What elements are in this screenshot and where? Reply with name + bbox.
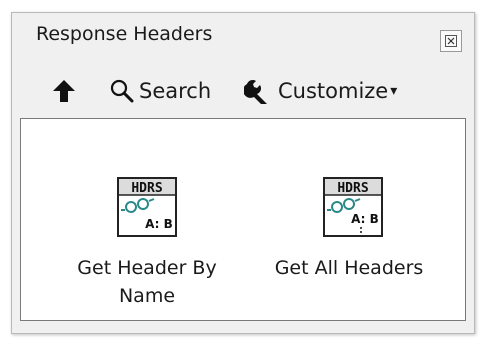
up-arrow-icon: [53, 80, 75, 102]
toolbar: Search Customize ▾: [12, 66, 474, 116]
svg-text:A: B: A: B: [145, 217, 173, 231]
close-icon: [445, 35, 457, 47]
vi-get-header-by-name[interactable]: HDRS A: B Get Header By Name: [49, 119, 245, 320]
window-title: Response Headers: [36, 23, 213, 45]
http-header-vi-icon: HDRS A: B: [323, 177, 383, 237]
customize-label: Customize: [278, 79, 389, 103]
search-label: Search: [139, 79, 212, 103]
search-button[interactable]: Search: [110, 66, 211, 116]
search-icon: [110, 79, 134, 103]
vi-get-all-headers[interactable]: HDRS A: B Get All Headers: [251, 119, 447, 320]
close-button[interactable]: [440, 30, 462, 52]
up-button[interactable]: [52, 66, 76, 116]
svg-text:A: B: A: B: [351, 212, 379, 226]
svg-text:HDRS: HDRS: [337, 181, 368, 196]
svg-text:HDRS: HDRS: [131, 181, 162, 196]
http-header-vi-icon: HDRS A: B: [117, 177, 177, 237]
vi-label: Get Header By Name: [77, 257, 217, 307]
wrench-icon: [244, 79, 267, 104]
palette-content: HDRS A: B Get Header By Name HDRS A: B G…: [20, 118, 466, 321]
dropdown-arrow-icon: ▾: [390, 83, 398, 99]
vi-label: Get All Headers: [274, 257, 424, 279]
palette-window: Response Headers Search Customize ▾ HDRS…: [11, 12, 475, 334]
customize-button[interactable]: Customize ▾: [244, 66, 397, 116]
